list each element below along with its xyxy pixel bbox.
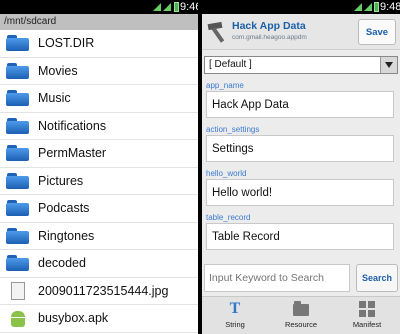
- string-fields: app_name Hack App Data action_settings S…: [202, 78, 400, 250]
- chevron-down-icon: [380, 57, 397, 73]
- file-row[interactable]: Notifications: [0, 112, 198, 140]
- current-path: /mnt/sdcard: [0, 14, 198, 30]
- file-row[interactable]: busybox.apk: [0, 305, 198, 333]
- tab-resource[interactable]: Resource: [268, 297, 334, 334]
- file-browser-screen: 9:46 /mnt/sdcard LOST.DIR Movies Music N…: [0, 0, 198, 334]
- tab-label: Resource: [284, 320, 318, 329]
- field-value-input[interactable]: Hack App Data: [206, 91, 394, 118]
- file-name: decoded: [38, 256, 86, 271]
- cell-signal-icon: [364, 3, 372, 11]
- grid-icon: [359, 301, 375, 317]
- status-bar: 9:48: [202, 0, 400, 14]
- folder-icon: [6, 199, 30, 217]
- folder-icon: [6, 144, 30, 162]
- file-row[interactable]: LOST.DIR: [0, 30, 198, 58]
- hammer-icon: [207, 21, 225, 43]
- file-icon: [6, 281, 30, 300]
- file-name: LOST.DIR: [38, 36, 95, 51]
- config-select[interactable]: [ Default ]: [204, 56, 398, 74]
- file-name: Pictures: [38, 173, 84, 188]
- file-name: Podcasts: [38, 201, 90, 216]
- tab-label: String: [225, 320, 245, 329]
- config-select-value: [ Default ]: [209, 59, 252, 70]
- android-icon: [6, 309, 30, 328]
- app-package: com.gmail.heagoo.appdm: [232, 34, 307, 41]
- file-name: 2009011723515444.jpg: [38, 283, 169, 298]
- app-title: Hack App Data: [232, 20, 306, 32]
- file-row[interactable]: 2009011723515444.jpg: [0, 277, 198, 305]
- file-row[interactable]: PermMaster: [0, 140, 198, 168]
- battery-icon: [174, 2, 179, 12]
- folder-icon: [293, 301, 309, 317]
- folder-icon: [6, 34, 30, 52]
- folder-icon: [6, 254, 30, 272]
- file-row[interactable]: Ringtones: [0, 222, 198, 250]
- file-row[interactable]: Music: [0, 85, 198, 113]
- field-label: table_record: [206, 213, 251, 222]
- tab-label: Manifest: [352, 320, 382, 329]
- text-icon: T: [229, 300, 241, 317]
- file-row[interactable]: decoded: [0, 250, 198, 278]
- file-name: Movies: [38, 63, 78, 78]
- field-value-input[interactable]: Table Record: [206, 223, 394, 250]
- file-row[interactable]: Podcasts: [0, 195, 198, 223]
- status-bar: 9:46: [0, 0, 198, 14]
- file-list: LOST.DIR Movies Music Notifications Perm…: [0, 30, 198, 333]
- battery-icon: [374, 2, 379, 12]
- file-name: PermMaster: [38, 146, 107, 161]
- folder-icon: [6, 172, 30, 190]
- file-name: Music: [38, 91, 71, 106]
- field-label: action_settings: [206, 125, 260, 134]
- field-value-input[interactable]: Settings: [206, 135, 394, 162]
- tab-manifest[interactable]: Manifest: [334, 297, 400, 334]
- file-name: busybox.apk: [38, 311, 109, 326]
- app-editor-screen: 9:48 Hack App Data com.gmail.heagoo.appd…: [202, 0, 400, 334]
- save-button[interactable]: Save: [358, 19, 396, 45]
- file-row[interactable]: Movies: [0, 57, 198, 85]
- search-bar: Search: [202, 264, 400, 294]
- field-label: app_name: [206, 81, 244, 90]
- wifi-signal-icon: [354, 3, 362, 11]
- app-header: Hack App Data com.gmail.heagoo.appdm Sav…: [202, 14, 400, 50]
- status-time: 9:48: [380, 1, 400, 13]
- folder-icon: [6, 62, 30, 80]
- search-button[interactable]: Search: [356, 264, 398, 292]
- field-value-input[interactable]: Hello world!: [206, 179, 394, 206]
- folder-icon: [6, 227, 30, 245]
- file-name: Notifications: [38, 118, 107, 133]
- field-label: hello_world: [206, 169, 247, 178]
- status-time: 9:46: [180, 1, 198, 13]
- file-name: Ringtones: [38, 228, 95, 243]
- folder-icon: [6, 117, 30, 135]
- cell-signal-icon: [163, 3, 171, 11]
- tab-string[interactable]: T String: [202, 297, 268, 334]
- file-row[interactable]: Pictures: [0, 167, 198, 195]
- bottom-tab-bar: T String Resource Manifest: [202, 296, 400, 334]
- search-input[interactable]: [204, 264, 350, 292]
- wifi-signal-icon: [153, 3, 161, 11]
- folder-icon: [6, 89, 30, 107]
